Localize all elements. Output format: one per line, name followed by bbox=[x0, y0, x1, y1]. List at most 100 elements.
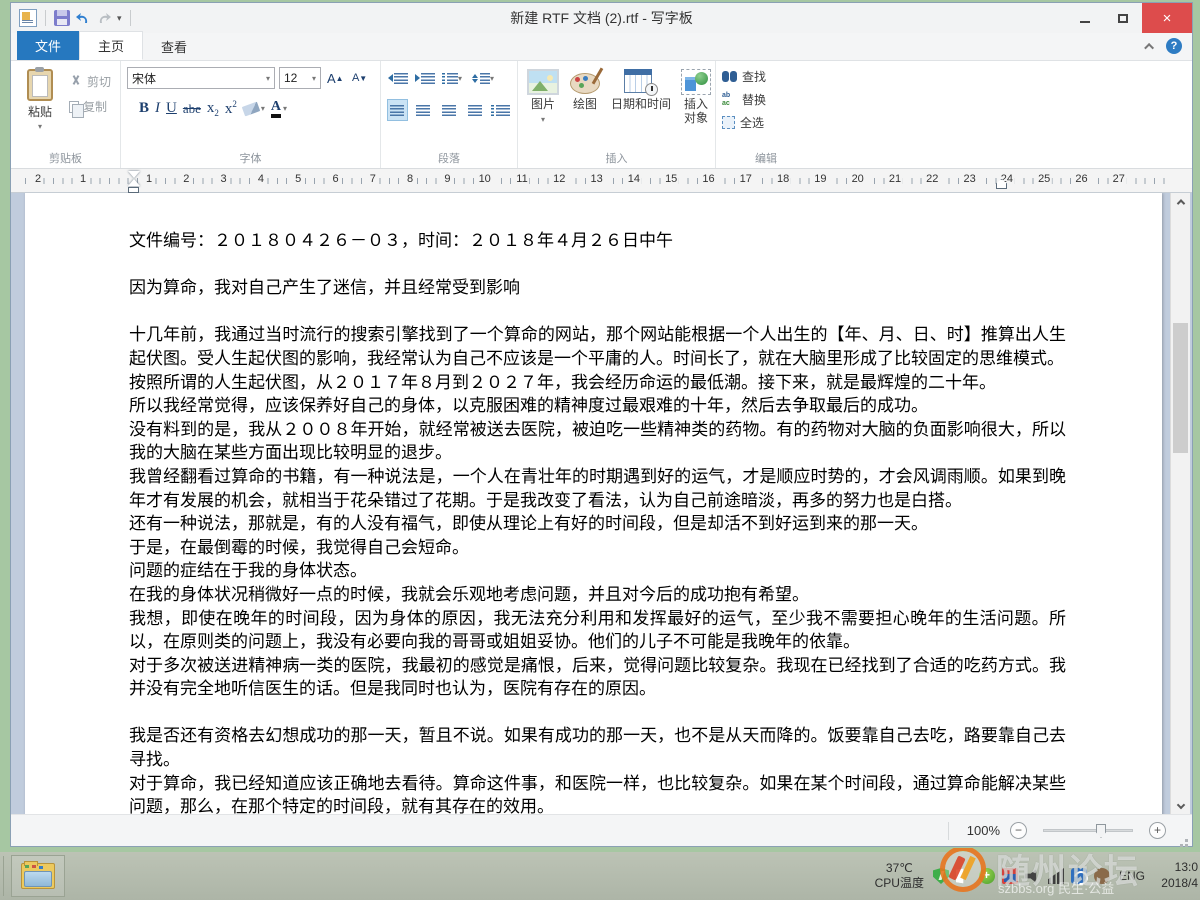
save-icon[interactable] bbox=[54, 10, 70, 26]
highlight-color-button[interactable]: ▾ bbox=[243, 104, 265, 114]
undo-icon[interactable] bbox=[75, 10, 91, 26]
grow-font-button[interactable]: A▲ bbox=[325, 67, 346, 89]
find-button[interactable]: 查找 bbox=[722, 68, 810, 85]
font-color-button[interactable]: A ▾ bbox=[271, 100, 287, 118]
maximize-button[interactable] bbox=[1104, 3, 1142, 33]
close-button[interactable]: × bbox=[1142, 3, 1192, 33]
copy-icon bbox=[69, 101, 79, 113]
paste-button[interactable]: 粘贴 ▾ bbox=[17, 67, 63, 148]
language-indicator[interactable]: ENG bbox=[1119, 869, 1145, 883]
ruler-number: 5 bbox=[293, 173, 303, 185]
superscript-button[interactable]: x2 bbox=[225, 99, 237, 118]
maximize-icon bbox=[1118, 14, 1128, 23]
ruler-number: 6 bbox=[330, 173, 340, 185]
shrink-font-button[interactable]: A▼ bbox=[350, 67, 370, 89]
decrease-indent-button[interactable] bbox=[387, 67, 409, 89]
drawing-label: 绘图 bbox=[573, 98, 597, 112]
copy-button[interactable]: 复制 bbox=[69, 98, 111, 115]
scroll-down-button[interactable] bbox=[1171, 796, 1190, 814]
paragraph-line: 没有料到的是，我从２００８年开始，就经常被送去医院，被迫吃一些精神类的药物。有的… bbox=[129, 418, 1066, 465]
align-right-button[interactable] bbox=[439, 99, 460, 121]
replace-button[interactable]: ab ac 替换 bbox=[722, 91, 810, 108]
paragraph-line: 我想，即使在晚年的时间段，因为身体的原因，我无法充分利用和发挥最好的运气，至少我… bbox=[129, 607, 1066, 654]
help-icon[interactable]: ? bbox=[1166, 38, 1182, 54]
paste-icon bbox=[27, 69, 53, 101]
paragraph-dialog-button[interactable] bbox=[490, 99, 511, 121]
insert-drawing-button[interactable]: 绘图 bbox=[566, 67, 604, 148]
tab-file[interactable]: 文件 bbox=[17, 31, 79, 60]
paragraph-line: 因为算命，我对自己产生了迷信，并且经常受到影响 bbox=[129, 276, 1066, 300]
align-center-button[interactable] bbox=[413, 99, 434, 121]
vertical-scrollbar[interactable] bbox=[1170, 193, 1190, 814]
bullets-button[interactable]: ▾ bbox=[441, 67, 463, 89]
line-spacing-button[interactable]: ▾ bbox=[468, 67, 498, 89]
collapse-ribbon-icon[interactable] bbox=[1144, 42, 1154, 52]
browser-tray-icon[interactable] bbox=[1071, 868, 1087, 884]
folder-icon bbox=[21, 863, 55, 889]
edit-group-label: 编辑 bbox=[716, 150, 816, 166]
ruler-number: 7 bbox=[368, 173, 378, 185]
insert-object-button[interactable]: 插入 对象 bbox=[678, 67, 714, 148]
zoom-slider-thumb[interactable] bbox=[1096, 824, 1106, 838]
cut-button[interactable]: 剪切 bbox=[69, 73, 111, 90]
volume-icon[interactable] bbox=[1025, 868, 1041, 884]
ruler-number: 3 bbox=[219, 173, 229, 185]
clock[interactable]: 13:0 2018/4 bbox=[1154, 860, 1198, 891]
ruler-number: 14 bbox=[626, 173, 642, 185]
zoom-out-button[interactable]: − bbox=[1010, 822, 1027, 839]
font-size-value: 12 bbox=[284, 71, 297, 85]
ruler-number: 9 bbox=[442, 173, 452, 185]
first-line-indent-marker[interactable] bbox=[128, 171, 140, 186]
subscript-button[interactable]: x2 bbox=[207, 100, 219, 118]
qat-customize-dropdown-icon[interactable]: ▾ bbox=[117, 13, 122, 24]
ruler-number: 26 bbox=[1073, 173, 1089, 185]
wordpad-app-icon[interactable] bbox=[19, 9, 37, 27]
redo-icon[interactable] bbox=[96, 10, 112, 26]
strikethrough-button[interactable]: abe bbox=[183, 101, 201, 117]
ruler-number: 11 bbox=[514, 173, 529, 185]
tab-view[interactable]: 查看 bbox=[143, 33, 205, 60]
italic-button[interactable]: I bbox=[155, 100, 160, 117]
paragraph-line: 文件编号：２０１８０４２６－０３，时间：２０１８年４月２６日中午 bbox=[129, 229, 1066, 253]
document-page[interactable]: 文件编号：２０１８０４２６－０３，时间：２０１８年４月２６日中午因为算命，我对自… bbox=[25, 193, 1162, 814]
cpu-temperature: 37℃ CPU温度 bbox=[875, 861, 924, 891]
chevron-up-icon bbox=[1176, 199, 1184, 207]
align-right-icon bbox=[442, 105, 456, 116]
font-color-icon: A bbox=[271, 100, 281, 118]
insert-picture-button[interactable]: 图片 ▾ bbox=[524, 67, 562, 148]
divider bbox=[45, 10, 46, 26]
document-text[interactable]: 文件编号：２０１８０４２６－０３，时间：２０１８年４月２６日中午因为算命，我对自… bbox=[25, 193, 1162, 814]
minimize-button[interactable] bbox=[1066, 3, 1104, 33]
zoom-slider[interactable] bbox=[1043, 829, 1133, 832]
font-group-label: 字体 bbox=[121, 150, 380, 166]
scrollbar-thumb[interactable] bbox=[1173, 323, 1188, 453]
scroll-up-button[interactable] bbox=[1171, 193, 1190, 211]
ruler-number: 22 bbox=[924, 173, 940, 185]
ruler-number: 2 bbox=[33, 173, 43, 185]
paragraph-group: ▾ ▾ 段落 bbox=[381, 61, 518, 168]
increase-indent-button[interactable] bbox=[414, 67, 436, 89]
clipboard-group: 粘贴 ▾ 剪切 复制 剪贴板 bbox=[11, 61, 121, 168]
tray-app-icon[interactable] bbox=[1094, 868, 1110, 884]
insert-datetime-button[interactable]: 日期和时间 bbox=[608, 67, 674, 148]
justify-button[interactable] bbox=[464, 99, 485, 121]
bold-button[interactable]: B bbox=[139, 100, 149, 117]
select-all-button[interactable]: 全选 bbox=[722, 114, 810, 131]
align-center-icon bbox=[416, 105, 430, 116]
file-explorer-taskbar-button[interactable] bbox=[11, 855, 65, 897]
network-signal-icon[interactable] bbox=[1048, 868, 1064, 884]
align-left-button[interactable] bbox=[387, 99, 408, 121]
underline-button[interactable]: U bbox=[166, 100, 177, 117]
zoom-in-button[interactable]: + bbox=[1149, 822, 1166, 839]
cut-label: 剪切 bbox=[87, 73, 111, 90]
windows-logo-icon[interactable] bbox=[956, 868, 972, 884]
font-size-select[interactable]: 12 ▾ bbox=[279, 67, 321, 89]
font-family-select[interactable]: 宋体 ▾ bbox=[127, 67, 275, 89]
tab-home[interactable]: 主页 bbox=[79, 31, 143, 60]
replace-icon: ab ac bbox=[722, 92, 737, 107]
security-shield-icon[interactable] bbox=[933, 868, 949, 884]
resize-grip[interactable] bbox=[1185, 839, 1188, 842]
download-app-icon[interactable] bbox=[1002, 868, 1018, 884]
antivirus-ball-icon[interactable] bbox=[979, 868, 995, 884]
titlebar: ▾ 新建 RTF 文档 (2).rtf - 写字板 × bbox=[11, 3, 1192, 33]
